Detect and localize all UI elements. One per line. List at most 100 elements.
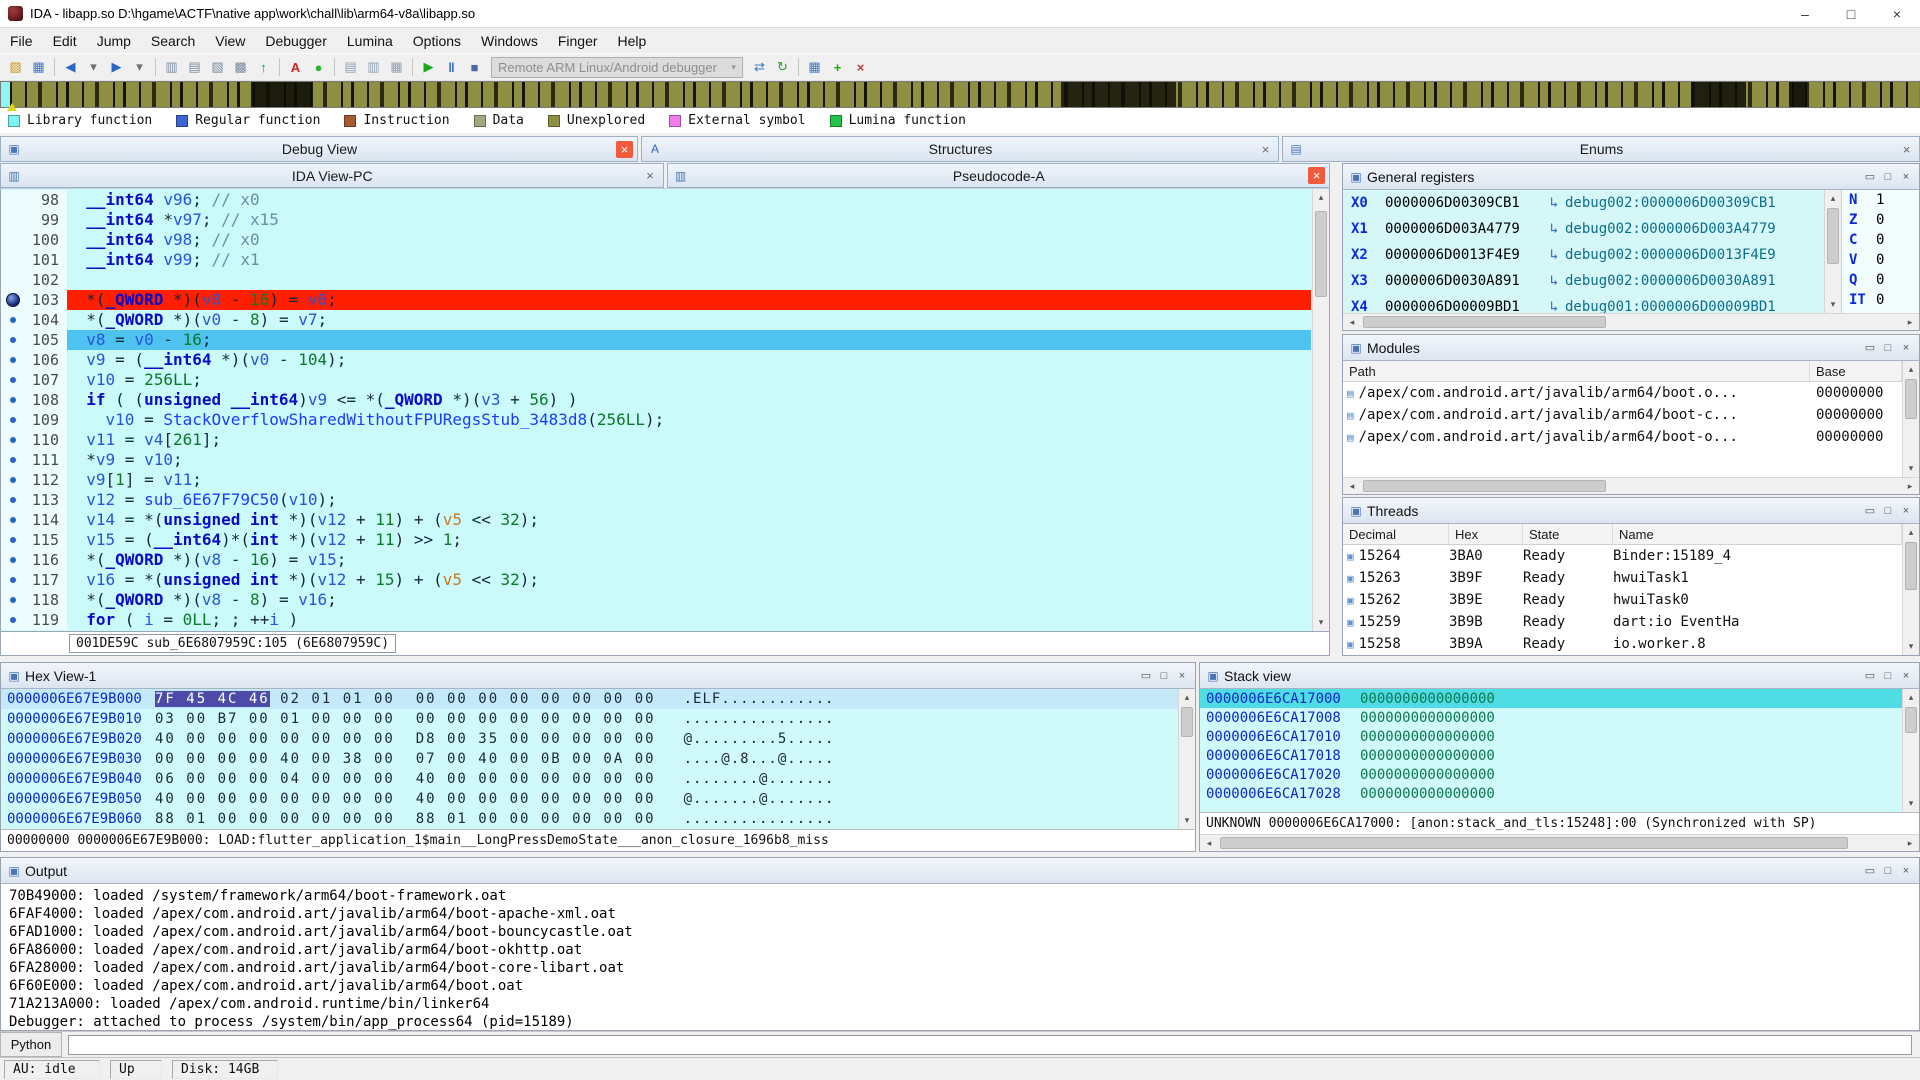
menu-item-edit[interactable]: Edit: [43, 30, 87, 52]
undock-icon[interactable]: ▭: [1861, 862, 1879, 880]
close-icon[interactable]: ×: [1897, 339, 1915, 357]
menu-item-view[interactable]: View: [205, 30, 255, 52]
menu-item-help[interactable]: Help: [608, 30, 657, 52]
jump-up-icon[interactable]: ↑: [252, 56, 275, 78]
code-line[interactable]: 105 v8 = v0 - 16;: [1, 330, 1311, 350]
module-row[interactable]: ▤/apex/com.android.art/javalib/arm64/boo…: [1343, 426, 1902, 448]
maximize-button[interactable]: □: [1828, 0, 1874, 27]
debugger-selector[interactable]: Remote ARM Linux/Android debugger▾: [491, 57, 743, 78]
maximize-icon[interactable]: □: [1879, 862, 1897, 880]
scroll-right-icon[interactable]: ▸: [1901, 478, 1919, 494]
scroll-left-icon[interactable]: ◂: [1200, 835, 1218, 851]
registers-vscrollbar[interactable]: ▴ ▾: [1824, 190, 1841, 313]
scroll-thumb[interactable]: [1905, 379, 1917, 419]
stack-vscrollbar[interactable]: ▴ ▾: [1902, 689, 1919, 812]
save-icon[interactable]: ▦: [27, 56, 50, 78]
module-row[interactable]: ▤/apex/com.android.art/javalib/arm64/boo…: [1343, 404, 1902, 426]
register-row[interactable]: X30000006D0030A891↳debug002:0000006D0030…: [1343, 268, 1824, 294]
close-view-icon[interactable]: ×: [849, 56, 872, 78]
tab-pseudocode-a[interactable]: ▥Pseudocode-A×: [667, 163, 1331, 188]
stack-row[interactable]: 0000006E6CA170180000000000000000: [1200, 746, 1902, 765]
hex-row[interactable]: 0000006E67E9B04006 00 00 00 04 00 00 00 …: [1, 769, 1178, 789]
scroll-thumb[interactable]: [1905, 707, 1917, 733]
close-icon[interactable]: ×: [1308, 167, 1325, 184]
forward-history-icon[interactable]: ▾: [128, 56, 151, 78]
modules-titlebar[interactable]: ▣ Modules ▭ □ ×: [1343, 335, 1919, 361]
stack-row[interactable]: 0000006E6CA170280000000000000000: [1200, 784, 1902, 803]
code-line[interactable]: 112 v9[1] = v11;: [1, 470, 1311, 490]
hex-row[interactable]: 0000006E67E9B05040 00 00 00 00 00 00 00 …: [1, 789, 1178, 809]
code-line[interactable]: 102: [1, 270, 1311, 290]
close-icon[interactable]: ×: [1897, 502, 1915, 520]
modules-header-base[interactable]: Base: [1810, 361, 1902, 381]
register-link[interactable]: debug001:0000006D00009BD1: [1565, 299, 1776, 313]
register-link[interactable]: debug002:0000006D00309CB1: [1565, 195, 1776, 211]
navigation-band[interactable]: [0, 81, 1920, 108]
scroll-up-icon[interactable]: ▴: [1903, 524, 1919, 541]
close-icon[interactable]: ×: [642, 167, 659, 184]
code-line[interactable]: 113 v12 = sub_6E67F79C50(v10);: [1, 490, 1311, 510]
hex-row[interactable]: 0000006E67E9B01003 00 B7 00 01 00 00 00 …: [1, 709, 1178, 729]
code-line[interactable]: 100 __int64 v98; // x0: [1, 230, 1311, 250]
code-scrollbar[interactable]: ▴ ▾: [1312, 189, 1329, 631]
threads-titlebar[interactable]: ▣ Threads ▭ □ ×: [1343, 498, 1919, 524]
maximize-icon[interactable]: □: [1879, 502, 1897, 520]
register-row[interactable]: X00000006D00309CB1↳debug002:0000006D0030…: [1343, 190, 1824, 216]
scroll-up-icon[interactable]: ▴: [1903, 361, 1919, 378]
scroll-up-icon[interactable]: ▴: [1313, 189, 1329, 206]
copy-icon[interactable]: ▥: [160, 56, 183, 78]
register-link[interactable]: debug002:0000006D0013F4E9: [1565, 247, 1776, 263]
thread-row[interactable]: ▣152583B9AReadyio.worker.8: [1343, 633, 1902, 655]
menu-item-finger[interactable]: Finger: [548, 30, 608, 52]
minimize-button[interactable]: –: [1782, 0, 1828, 27]
tab-debug-view[interactable]: ▣Debug View×: [0, 136, 638, 162]
hex-row[interactable]: 0000006E67E9B03000 00 00 00 40 00 38 00 …: [1, 749, 1178, 769]
undock-icon[interactable]: ▭: [1861, 502, 1879, 520]
scroll-up-icon[interactable]: ▴: [1903, 689, 1919, 706]
code-line[interactable]: 107 v10 = 256LL;: [1, 370, 1311, 390]
code-line[interactable]: 117 v16 = *(unsigned int *)(v12 + 15) + …: [1, 570, 1311, 590]
register-row[interactable]: X20000006D0013F4E9↳debug002:0000006D0013…: [1343, 242, 1824, 268]
hex-row[interactable]: 0000006E67E9B02040 00 00 00 00 00 00 00 …: [1, 729, 1178, 749]
stack-hscrollbar[interactable]: ◂ ▸: [1200, 834, 1919, 851]
stack-row[interactable]: 0000006E6CA170080000000000000000: [1200, 708, 1902, 727]
print-icon[interactable]: ▩: [229, 56, 252, 78]
scroll-track[interactable]: [1361, 478, 1901, 494]
threads-header-name[interactable]: Name: [1613, 524, 1902, 544]
output-titlebar[interactable]: ▣ Output ▭ □ ×: [1, 858, 1919, 884]
lumina-icon[interactable]: ●: [307, 56, 330, 78]
menu-item-options[interactable]: Options: [403, 30, 471, 52]
menu-item-windows[interactable]: Windows: [471, 30, 548, 52]
paste-icon[interactable]: ▤: [183, 56, 206, 78]
modules-header-path[interactable]: Path: [1343, 361, 1810, 381]
tab-ida-view-pc[interactable]: ▥IDA View-PC×: [0, 163, 664, 188]
scroll-down-icon[interactable]: ▾: [1179, 812, 1195, 829]
refresh-icon[interactable]: ↻: [771, 56, 794, 78]
breakpoint-icon[interactable]: [6, 293, 20, 307]
code-line[interactable]: 114 v14 = *(unsigned int *)(v12 + 11) + …: [1, 510, 1311, 530]
breakpoint-list-icon[interactable]: ▤: [339, 56, 362, 78]
threads-header-state[interactable]: State: [1523, 524, 1613, 544]
undock-icon[interactable]: ▭: [1861, 667, 1879, 685]
close-icon[interactable]: ×: [1173, 667, 1191, 685]
back-icon[interactable]: ◀: [59, 56, 82, 78]
tab-structures[interactable]: AStructures×: [641, 136, 1279, 162]
scroll-thumb[interactable]: [1363, 480, 1606, 492]
register-link[interactable]: debug002:0000006D003A4779: [1565, 221, 1776, 237]
text-search-icon[interactable]: A: [284, 56, 307, 78]
threads-header-hex[interactable]: Hex: [1449, 524, 1523, 544]
hex-view-titlebar[interactable]: ▣ Hex View-1 ▭ □ ×: [1, 663, 1195, 689]
stop-process-icon[interactable]: ■: [463, 56, 486, 78]
undock-icon[interactable]: ▭: [1861, 339, 1879, 357]
registers-titlebar[interactable]: ▣ General registers ▭ □ ×: [1343, 164, 1919, 190]
continue-process-icon[interactable]: ▶: [417, 56, 440, 78]
menu-item-debugger[interactable]: Debugger: [255, 30, 337, 52]
hex-row[interactable]: 0000006E67E9B0007F 45 4C 46 02 01 01 00 …: [1, 689, 1178, 709]
forward-icon[interactable]: ▶: [105, 56, 128, 78]
scroll-right-icon[interactable]: ▸: [1901, 835, 1919, 851]
close-icon[interactable]: ×: [1897, 667, 1915, 685]
add-view-icon[interactable]: +: [826, 56, 849, 78]
scroll-down-icon[interactable]: ▾: [1903, 460, 1919, 477]
registers-hscrollbar[interactable]: ◂ ▸: [1343, 313, 1919, 330]
maximize-icon[interactable]: □: [1879, 168, 1897, 186]
